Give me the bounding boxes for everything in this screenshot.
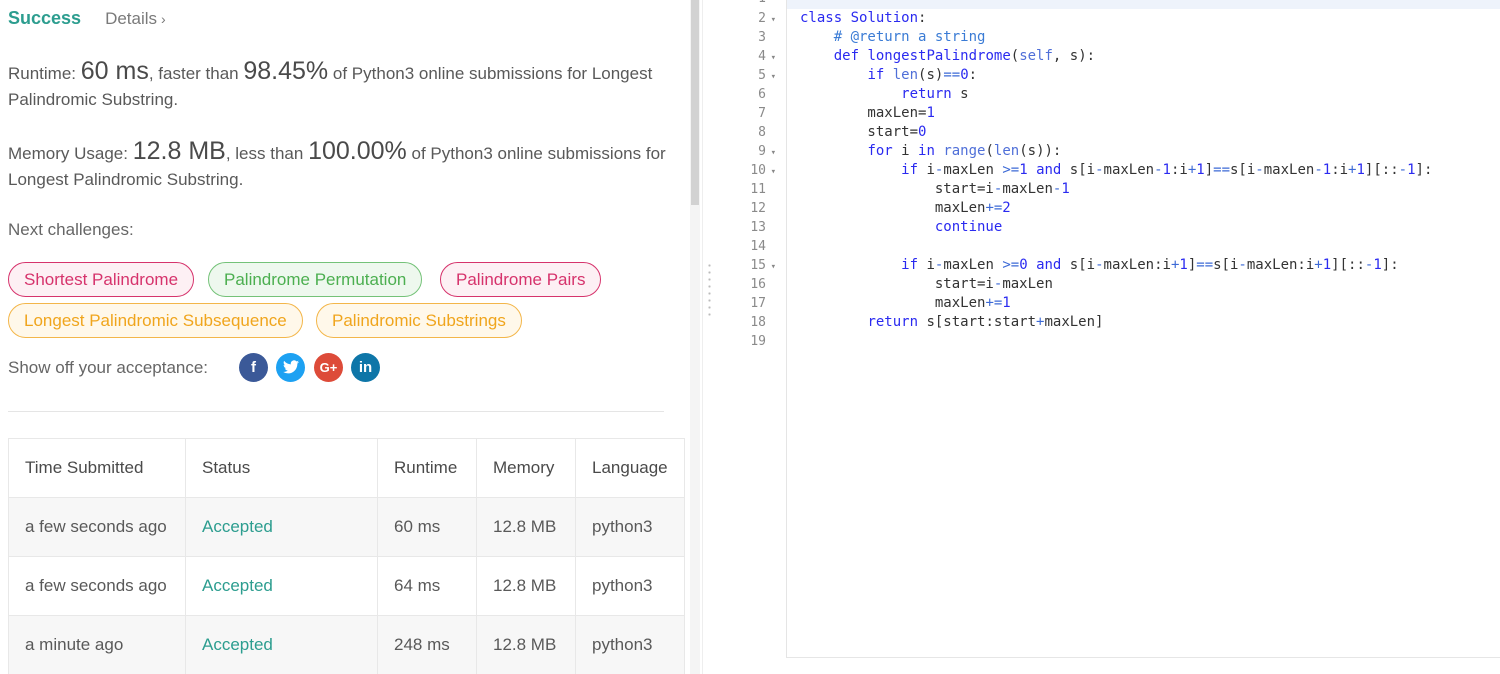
- code-line[interactable]: return s[start:start+maxLen]: [800, 313, 1103, 332]
- col-status[interactable]: Status: [185, 438, 378, 498]
- line-number: 14: [750, 239, 766, 254]
- code-line[interactable]: maxLen+=1: [800, 294, 1011, 313]
- cell-time: a minute ago: [8, 615, 186, 674]
- code-line[interactable]: maxLen=1: [800, 104, 934, 123]
- challenge-tag-palindromic-substrings[interactable]: Palindromic Substrings: [316, 303, 522, 338]
- share-label: Show off your acceptance:: [8, 358, 209, 377]
- code-line[interactable]: if i-maxLen >=1 and s[i-maxLen-1:i+1]==s…: [800, 161, 1432, 180]
- memory-mid: , less than: [225, 144, 304, 163]
- memory-label: Memory Usage:: [8, 144, 128, 163]
- drag-handle-icon[interactable]: [708, 262, 711, 318]
- linkedin-icon[interactable]: in: [351, 353, 380, 382]
- cell-status-link[interactable]: Accepted: [185, 556, 378, 616]
- table-header-row: Time Submitted Status Runtime Memory Lan…: [8, 438, 685, 498]
- runtime-label: Runtime:: [8, 64, 77, 83]
- line-number: 15 ▾: [718, 256, 776, 275]
- table-row[interactable]: a few seconds ago Accepted 60 ms 12.8 MB…: [8, 497, 685, 557]
- col-language[interactable]: Language: [575, 438, 685, 498]
- cell-runtime: 64 ms: [377, 556, 477, 616]
- line-number: 11: [750, 182, 766, 197]
- code-line[interactable]: start=i-maxLen: [800, 275, 1053, 294]
- result-header: Success Details ›: [8, 8, 166, 29]
- left-scrollbar-thumb[interactable]: [691, 0, 699, 205]
- next-challenges-label: Next challenges:: [8, 220, 134, 239]
- table-row[interactable]: a minute ago Accepted 248 ms 12.8 MB pyt…: [8, 615, 685, 674]
- submissions-table: Time Submitted Status Runtime Memory Lan…: [8, 438, 685, 674]
- code-line[interactable]: # @return a string: [800, 28, 986, 47]
- code-line[interactable]: start=i-maxLen-1: [800, 180, 1070, 199]
- cell-status-link[interactable]: Accepted: [185, 497, 378, 557]
- line-number: 8: [758, 125, 766, 140]
- submission-result-panel: Success Details › Runtime: 60 ms, faster …: [0, 0, 690, 674]
- cell-time: a few seconds ago: [8, 556, 186, 616]
- col-memory[interactable]: Memory: [476, 438, 576, 498]
- cell-runtime: 60 ms: [377, 497, 477, 557]
- runtime-stat: Runtime: 60 ms, faster than 98.45% of Py…: [8, 58, 678, 113]
- line-number: 5 ▾: [718, 66, 776, 85]
- details-label: Details: [105, 9, 158, 28]
- memory-value: 12.8 MB: [132, 137, 226, 165]
- google-plus-icon[interactable]: G+: [314, 353, 343, 382]
- line-number: 9 ▾: [718, 142, 776, 161]
- cell-memory: 12.8 MB: [476, 615, 576, 674]
- pane-splitter[interactable]: [702, 0, 718, 674]
- runtime-value: 60 ms: [80, 57, 149, 85]
- line-number: 12: [750, 201, 766, 216]
- code-line[interactable]: start=0: [800, 123, 926, 142]
- table-row[interactable]: a few seconds ago Accepted 64 ms 12.8 MB…: [8, 556, 685, 616]
- line-number: 13: [750, 220, 766, 235]
- code-line[interactable]: maxLen+=2: [800, 199, 1011, 218]
- facebook-icon[interactable]: f: [239, 353, 268, 382]
- cell-memory: 12.8 MB: [476, 556, 576, 616]
- divider: [8, 411, 664, 412]
- code-line[interactable]: if len(s)==0:: [800, 66, 977, 85]
- runtime-percentile: 98.45%: [243, 57, 329, 85]
- code-line[interactable]: for i in range(len(s)):: [800, 142, 1061, 161]
- details-link[interactable]: Details ›: [105, 9, 166, 29]
- cell-language: python3: [575, 556, 685, 616]
- code-line[interactable]: if i-maxLen >=0 and s[i-maxLen:i+1]==s[i…: [800, 256, 1398, 275]
- cell-runtime: 248 ms: [377, 615, 477, 674]
- line-number: 1: [718, 0, 776, 8]
- cell-language: python3: [575, 615, 685, 674]
- status-success-tab[interactable]: Success: [8, 8, 81, 29]
- line-number: 17: [750, 296, 766, 311]
- code-editor[interactable]: 1 2▾ class Solution: 3 # @return a string 4…: [718, 0, 1500, 658]
- line-number: 19: [750, 334, 766, 349]
- chevron-right-icon: ›: [161, 11, 166, 27]
- line-number: 3: [758, 30, 766, 45]
- col-runtime[interactable]: Runtime: [377, 438, 477, 498]
- cell-time: a few seconds ago: [8, 497, 186, 557]
- col-time-submitted[interactable]: Time Submitted: [8, 438, 186, 498]
- code-line[interactable]: continue: [800, 218, 1002, 237]
- line-number: 18: [750, 315, 766, 330]
- memory-percentile: 100.00%: [308, 137, 407, 165]
- line-number: 4 ▾: [718, 47, 776, 66]
- active-line-highlight: [787, 0, 1500, 9]
- line-number: 6: [758, 87, 766, 102]
- line-number: 16: [750, 277, 766, 292]
- code-line[interactable]: return s: [800, 85, 968, 104]
- cell-status-link[interactable]: Accepted: [185, 615, 378, 674]
- code-line[interactable]: class Solution:: [800, 9, 926, 28]
- cell-language: python3: [575, 497, 685, 557]
- cell-memory: 12.8 MB: [476, 497, 576, 557]
- code-line[interactable]: def longestPalindrome(self, s):: [800, 47, 1095, 66]
- line-number: 7: [758, 106, 766, 121]
- memory-stat: Memory Usage: 12.8 MB, less than 100.00%…: [8, 138, 678, 193]
- challenge-tag-shortest-palindrome[interactable]: Shortest Palindrome: [8, 262, 195, 297]
- twitter-icon[interactable]: [276, 353, 305, 382]
- challenge-tag-palindrome-permutation[interactable]: Palindrome Permutation: [208, 262, 423, 297]
- line-number: 2 ▾: [718, 9, 776, 28]
- runtime-mid: , faster than: [148, 64, 239, 83]
- challenge-tag-palindrome-pairs[interactable]: Palindrome Pairs: [440, 262, 602, 297]
- line-number: 10 ▾: [718, 161, 776, 180]
- challenge-tag-longest-palindromic-subsequence[interactable]: Longest Palindromic Subsequence: [8, 303, 303, 338]
